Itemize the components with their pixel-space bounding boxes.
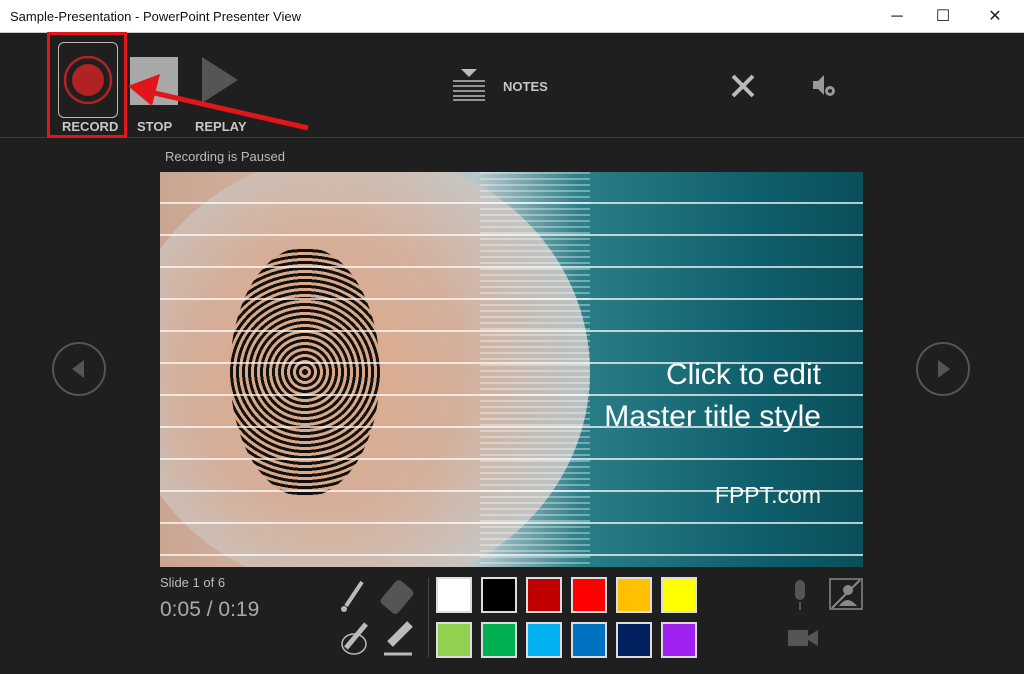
chevron-right-icon <box>938 360 950 378</box>
elapsed-time: 0:05 <box>160 598 201 621</box>
chevron-left-icon <box>72 360 84 378</box>
ink-tools <box>341 578 415 656</box>
audio-settings-icon[interactable] <box>811 73 837 99</box>
video-camera-icon[interactable] <box>784 626 820 650</box>
color-swatch[interactable] <box>526 622 562 658</box>
slide-brand: FPPT.com <box>714 482 821 508</box>
divider <box>428 577 429 657</box>
maximize-button[interactable]: ☐ <box>920 4 966 30</box>
eraser-icon[interactable] <box>379 578 415 615</box>
color-swatch[interactable] <box>526 577 562 613</box>
highlighter-icon[interactable] <box>384 621 413 656</box>
end-show-icon[interactable] <box>731 74 755 98</box>
minimize-button[interactable]: ─ <box>874 4 920 30</box>
recording-status: Recording is Paused <box>165 149 285 164</box>
previous-slide-button[interactable] <box>52 342 106 396</box>
laser-pointer-icon[interactable] <box>341 580 364 612</box>
next-slide-button[interactable] <box>916 342 970 396</box>
microphone-icon[interactable] <box>788 578 812 612</box>
color-swatch[interactable] <box>661 622 697 658</box>
notes-button[interactable]: NOTES <box>503 79 548 94</box>
pen-icon[interactable] <box>341 622 368 655</box>
color-swatch[interactable] <box>616 577 652 613</box>
time-separator: / <box>206 598 213 621</box>
camera-preview-off-icon[interactable] <box>829 578 863 610</box>
slide-title-line1: Click to edit <box>665 358 821 391</box>
color-swatch[interactable] <box>436 622 472 658</box>
color-swatch[interactable] <box>481 622 517 658</box>
close-button[interactable]: ✕ <box>972 4 1018 30</box>
slide-title-line2: Master title style <box>604 400 821 433</box>
notes-icon[interactable] <box>452 68 486 102</box>
color-swatch[interactable] <box>481 577 517 613</box>
slide-counter: Slide 1 of 6 <box>160 575 226 590</box>
color-swatch[interactable] <box>436 577 472 613</box>
color-swatch[interactable] <box>571 622 607 658</box>
slide-preview: Click to edit Master title style FPPT.co… <box>160 172 863 567</box>
color-swatch[interactable] <box>571 577 607 613</box>
total-time: 0:19 <box>218 598 260 621</box>
color-swatch[interactable] <box>661 577 697 613</box>
timer: 0:05 / 0:19 <box>160 598 259 622</box>
color-swatch[interactable] <box>616 622 652 658</box>
annotation-arrow <box>128 74 309 131</box>
